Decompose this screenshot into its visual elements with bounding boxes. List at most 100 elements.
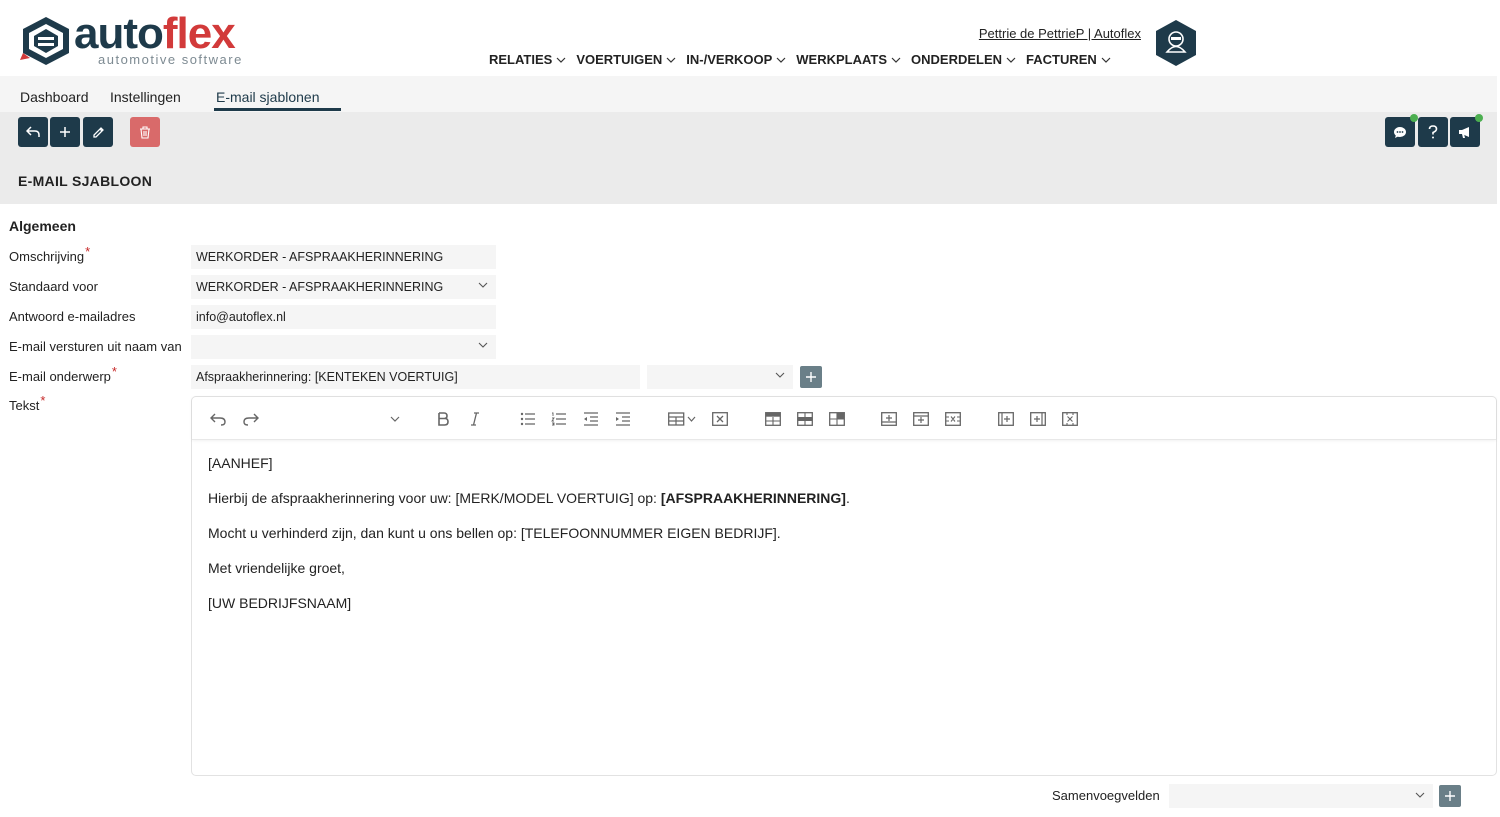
table-merge-cells-button[interactable]: [827, 409, 847, 429]
plus-icon: [1445, 791, 1455, 801]
table-row-properties-button[interactable]: [763, 409, 783, 429]
numbered-list-icon: [551, 412, 566, 426]
antwoord-label: Antwoord e-mailadres: [9, 309, 136, 324]
nav-in-verkoop[interactable]: IN-/VERKOOP: [686, 52, 786, 67]
logo-wordmark: autoflex: [74, 9, 236, 58]
delete-row-button[interactable]: [943, 409, 963, 429]
bold-button[interactable]: [433, 409, 453, 429]
required-marker: *: [111, 364, 117, 379]
outdent-icon: [584, 412, 598, 426]
chevron-down-icon: [478, 282, 488, 288]
edit-button[interactable]: [83, 117, 113, 147]
nav-label: RELATIES: [489, 52, 553, 67]
naam-van-select[interactable]: [191, 335, 496, 359]
undo-button[interactable]: [208, 409, 228, 429]
merge-fields-add-button[interactable]: [1439, 785, 1461, 807]
chat-button[interactable]: [1385, 114, 1418, 147]
megaphone-icon: [1459, 126, 1469, 138]
label-text: Tekst: [9, 398, 40, 413]
nav-facturen[interactable]: FACTUREN: [1026, 52, 1111, 67]
nav-werkplaats[interactable]: WERKPLAATS: [796, 52, 901, 67]
table-insert-button[interactable]: [666, 409, 698, 429]
rich-text-editor[interactable]: [AANHEF] Hierbij de afspraakherinnering …: [191, 396, 1497, 776]
nav-label: IN-/VERKOOP: [686, 52, 773, 67]
action-toolbar: E-MAIL SJABLOON: [0, 112, 1497, 204]
chevron-down-icon: [390, 416, 400, 422]
numbered-list-button[interactable]: [549, 409, 569, 429]
merge-fields-label: Samenvoegvelden: [1052, 788, 1160, 803]
help-button[interactable]: [1418, 117, 1448, 147]
italic-button[interactable]: [465, 409, 485, 429]
italic-icon: [471, 412, 479, 426]
indent-icon: [616, 412, 630, 426]
outdent-button[interactable]: [581, 409, 601, 429]
standaard-voor-label: Standaard voor: [9, 279, 98, 294]
format-dropdown[interactable]: [385, 409, 405, 429]
nav-onderdelen[interactable]: ONDERDELEN: [911, 52, 1016, 67]
delete-column-icon: [1062, 412, 1078, 426]
help-icon: [1428, 125, 1438, 139]
announcements-button[interactable]: [1450, 114, 1483, 147]
active-tab-indicator: [214, 108, 341, 111]
insert-column-before-button[interactable]: [996, 409, 1016, 429]
nav-label: WERKPLAATS: [796, 52, 888, 67]
editor-line: Met vriendelijke groet,: [208, 560, 345, 576]
table-row-icon: [765, 412, 781, 426]
select-value: WERKORDER - AFSPRAAKHERINNERING: [196, 280, 444, 294]
back-icon: [26, 126, 40, 137]
insert-row-before-button[interactable]: [879, 409, 899, 429]
tab-email-sjablonen[interactable]: E-mail sjablonen: [216, 89, 320, 105]
trash-icon: [140, 125, 150, 139]
tab-dashboard[interactable]: Dashboard: [20, 89, 89, 105]
delete-column-button[interactable]: [1060, 409, 1080, 429]
merge-fields-select[interactable]: [1169, 784, 1433, 808]
bold-icon: [438, 412, 449, 426]
editor-content[interactable]: [AANHEF] Hierbij de afspraakherinnering …: [208, 455, 1478, 630]
indent-button[interactable]: [613, 409, 633, 429]
autoflex-logo[interactable]: autoflex automotive software: [18, 9, 248, 70]
nav-label: VOERTUIGEN: [576, 52, 663, 67]
line-bold-text: [AFSPRAAKHERINNERING]: [660, 490, 846, 506]
nav-voertuigen[interactable]: VOERTUIGEN: [576, 52, 676, 67]
omschrijving-label: Omschrijving*: [9, 244, 90, 264]
page-title: E-MAIL SJABLOON: [18, 173, 153, 189]
antwoord-email-input[interactable]: info@autoflex.nl: [191, 305, 496, 329]
add-button[interactable]: [50, 117, 80, 147]
chevron-down-icon: [891, 57, 901, 63]
insert-column-after-icon: [1030, 412, 1046, 426]
notification-dot: [1475, 114, 1483, 122]
main-navigation: RELATIES VOERTUIGEN IN-/VERKOOP WERKPLAA…: [489, 52, 1121, 67]
hacker-avatar-icon[interactable]: [1154, 19, 1198, 67]
omschrijving-input[interactable]: WERKORDER - AFSPRAAKHERINNERING: [191, 245, 496, 269]
onderwerp-add-button[interactable]: [800, 366, 822, 388]
user-account-link[interactable]: Pettrie de PettrieP | Autoflex: [979, 26, 1141, 41]
section-heading-algemeen: Algemeen: [9, 218, 76, 234]
bullet-list-button[interactable]: [518, 409, 538, 429]
sub-navigation: Dashboard Instellingen E-mail sjablonen: [0, 76, 1497, 112]
table-delete-button[interactable]: [710, 409, 730, 429]
insert-row-after-button[interactable]: [911, 409, 931, 429]
table-cell-properties-button[interactable]: [795, 409, 815, 429]
undo-icon: [210, 413, 226, 426]
editor-line: Mocht u verhinderd zijn, dan kunt u ons …: [208, 525, 781, 541]
insert-column-before-icon: [998, 412, 1014, 426]
insert-column-after-button[interactable]: [1028, 409, 1048, 429]
label-text: Omschrijving: [9, 249, 85, 264]
autoflex-logo-icon: [20, 17, 69, 65]
line-text: Hierbij de afspraakherinnering voor uw: …: [208, 490, 661, 506]
plus-icon: [60, 127, 70, 137]
nav-relaties[interactable]: RELATIES: [489, 52, 566, 67]
back-button[interactable]: [18, 117, 48, 147]
onderwerp-input[interactable]: Afspraakherinnering: [KENTEKEN VOERTUIG]: [191, 365, 640, 389]
editor-toolbar: [192, 397, 1496, 440]
standaard-voor-select[interactable]: WERKORDER - AFSPRAAKHERINNERING: [191, 275, 496, 299]
redo-button[interactable]: [241, 409, 261, 429]
chevron-down-icon: [1415, 792, 1425, 798]
delete-button[interactable]: [130, 117, 160, 147]
tab-instellingen[interactable]: Instellingen: [110, 89, 181, 105]
table-delete-icon: [712, 412, 728, 426]
table-merge-icon: [829, 412, 845, 426]
insert-row-before-icon: [881, 412, 897, 426]
chevron-down-icon: [556, 57, 566, 63]
onderwerp-merge-select[interactable]: [647, 365, 793, 389]
